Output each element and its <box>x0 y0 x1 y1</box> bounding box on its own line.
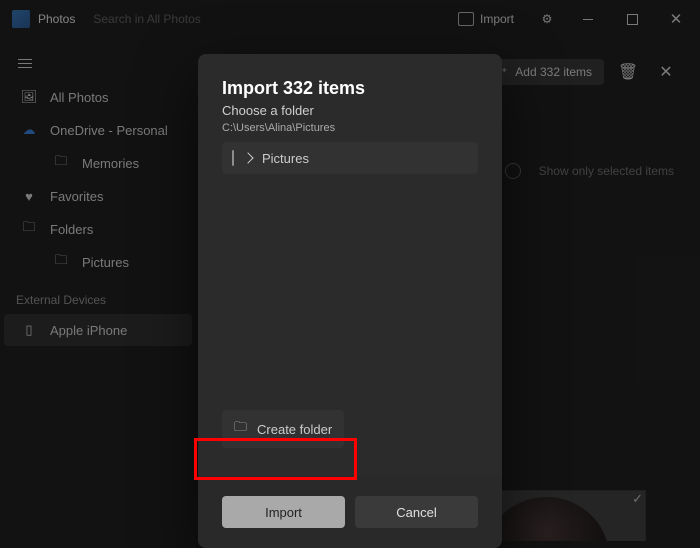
dialog-title: Import 332 items <box>222 78 478 99</box>
create-folder-label: Create folder <box>257 422 332 437</box>
selection-indicator <box>232 150 234 166</box>
folder-name: Pictures <box>262 151 309 166</box>
dialog-path: C:\Users\Alina\Pictures <box>222 122 478 134</box>
import-dialog: Import 332 items Choose a folder C:\User… <box>198 54 502 548</box>
create-folder-button[interactable]: 🗀 Create folder <box>222 410 344 448</box>
import-confirm-button[interactable]: Import <box>222 496 345 528</box>
chevron-right-icon <box>242 152 253 163</box>
modal-overlay: Import 332 items Choose a folder C:\User… <box>0 0 700 541</box>
dialog-subtitle: Choose a folder <box>222 103 478 118</box>
cancel-button[interactable]: Cancel <box>355 496 478 528</box>
folder-plus-icon: 🗀 <box>234 418 247 440</box>
folder-row-pictures[interactable]: Pictures <box>222 142 478 174</box>
